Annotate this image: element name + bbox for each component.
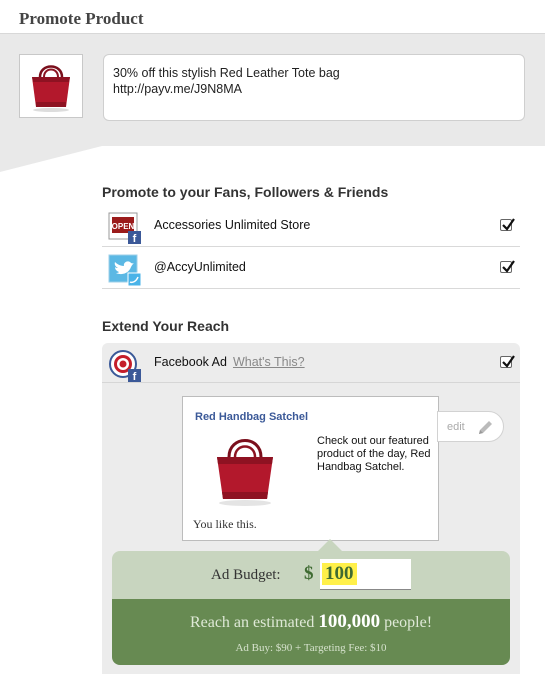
budget-input[interactable]: 100: [320, 559, 411, 590]
message-text: 30% off this stylish Red Leather Tote ba…: [113, 66, 340, 80]
channel-label-twitter: @AccyUnlimited: [154, 260, 246, 274]
checkmark-icon: [502, 355, 515, 368]
red-tote-bag-icon: [32, 65, 70, 112]
reach-prefix: Reach an estimated: [189, 614, 315, 631]
message-textarea[interactable]: 30% off this stylish Red Leather Tote ba…: [103, 54, 525, 121]
edit-label: edit: [447, 421, 465, 433]
channel-label-store: Accessories Unlimited Store: [154, 218, 311, 232]
ad-title-link[interactable]: Red Handbag Satchel: [195, 411, 308, 423]
budget-currency: $: [304, 563, 314, 584]
facebook-ad-label-wrap: Facebook Ad What's This?: [154, 355, 305, 369]
svg-text:f: f: [133, 233, 137, 245]
fee-breakdown: Ad Buy: $90 + Targeting Fee: $10: [235, 642, 387, 654]
facebook-ad-label: Facebook Ad: [154, 355, 227, 369]
svg-text:OPEN: OPEN: [112, 222, 135, 231]
reach-estimate: Reach an estimated 100,000 people!: [112, 611, 510, 633]
header-bar: Promote Product: [0, 0, 545, 34]
checkmark-icon: [502, 218, 515, 231]
compose-pointer: [0, 146, 102, 172]
fans-section-heading: Promote to your Fans, Followers & Friend…: [102, 184, 389, 200]
ad-like-text: You like this.: [193, 517, 257, 531]
channel-row-twitter[interactable]: @AccyUnlimited: [102, 247, 520, 289]
reach-suffix: people!: [384, 614, 433, 631]
reach-section-heading: Extend Your Reach: [102, 318, 230, 334]
store-checkbox[interactable]: [500, 218, 515, 231]
svg-text:f: f: [133, 371, 137, 383]
facebook-target-icon: f: [109, 350, 141, 383]
budget-value: 100: [322, 563, 357, 585]
whats-this-link[interactable]: What's This?: [233, 355, 305, 369]
twitter-checkbox[interactable]: [500, 260, 515, 273]
store-facebook-icon: OPEN f: [108, 212, 141, 245]
channel-row-store[interactable]: OPEN f Accessories Unlimited Store: [102, 205, 520, 247]
checkmark-icon: [502, 260, 515, 273]
ad-body-text: Check out our featured product of the da…: [317, 435, 431, 473]
red-handbag-icon: [217, 439, 273, 506]
budget-panel: Ad Budget: $ 100: [112, 551, 510, 599]
page-title: Promote Product: [19, 9, 144, 28]
edit-ad-button[interactable]: edit: [437, 411, 504, 442]
budget-notch: [318, 539, 342, 551]
reach-panel: Reach an estimated 100,000 people! Ad Bu…: [112, 599, 510, 665]
facebook-ad-header[interactable]: f Facebook Ad What's This?: [102, 343, 520, 383]
product-thumbnail: [19, 54, 83, 118]
budget-label: Ad Budget:: [211, 567, 281, 583]
message-link: http://payv.me/J9N8MA: [113, 82, 242, 96]
pencil-icon: [479, 421, 492, 434]
reach-number: 100,000: [318, 611, 381, 632]
ad-preview-card: Red Handbag Satchel Check out our featur…: [182, 396, 439, 541]
ad-product-image: [207, 429, 283, 509]
twitter-icon: [108, 254, 142, 287]
facebook-ad-checkbox[interactable]: [500, 355, 515, 368]
